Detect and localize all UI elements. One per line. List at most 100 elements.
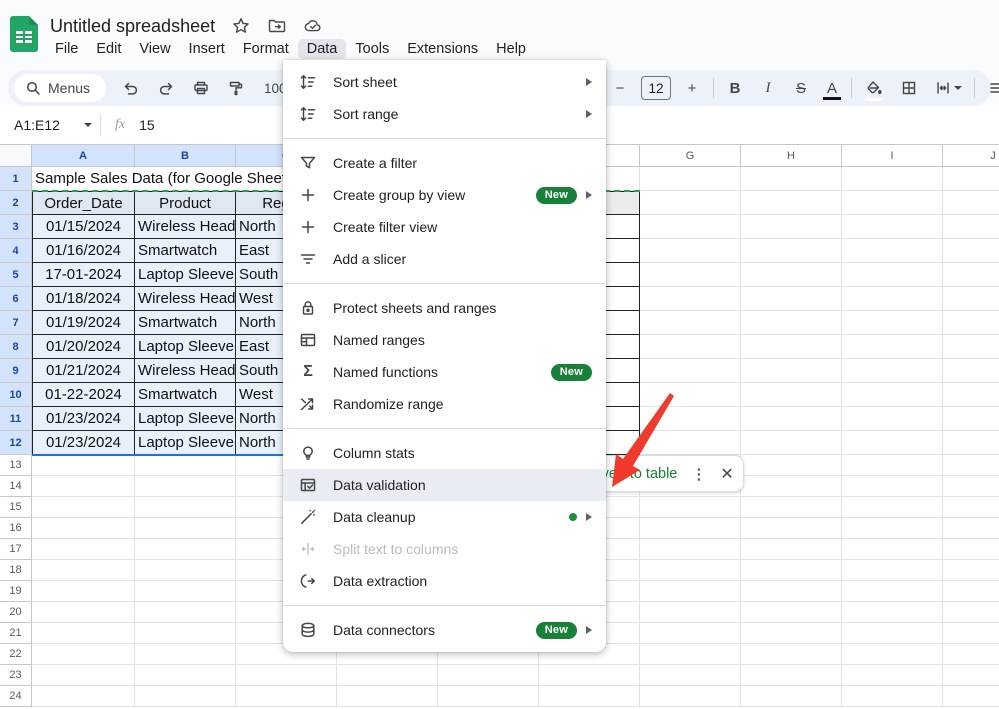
cell-A22[interactable]: [32, 644, 135, 665]
cell-A21[interactable]: [32, 623, 135, 644]
row-header-13[interactable]: 13: [0, 455, 32, 476]
cell-H20[interactable]: [741, 602, 842, 623]
cell-I21[interactable]: [842, 623, 943, 644]
merge-cells-icon[interactable]: [931, 75, 965, 101]
row-header-6[interactable]: 6: [0, 287, 32, 311]
text-color-button[interactable]: A: [822, 80, 842, 97]
cell-H15[interactable]: [741, 497, 842, 518]
cell-J10[interactable]: [943, 383, 999, 407]
cell-G4[interactable]: [640, 239, 741, 263]
cell-J16[interactable]: [943, 518, 999, 539]
cloud-saved-icon[interactable]: [303, 16, 323, 36]
cell-H10[interactable]: [741, 383, 842, 407]
cell-H1[interactable]: [741, 167, 842, 191]
cell-B21[interactable]: [135, 623, 236, 644]
cell-J17[interactable]: [943, 539, 999, 560]
row-header-22[interactable]: 22: [0, 644, 32, 665]
cell-J7[interactable]: [943, 311, 999, 335]
cell-B6[interactable]: Wireless Headphones: [135, 287, 236, 311]
cell-I4[interactable]: [842, 239, 943, 263]
menubar-item-extensions[interactable]: Extensions: [398, 39, 487, 59]
column-header-G[interactable]: G: [640, 145, 741, 167]
row-header-15[interactable]: 15: [0, 497, 32, 518]
cell-A15[interactable]: [32, 497, 135, 518]
cell-I23[interactable]: [842, 665, 943, 686]
cell-G6[interactable]: [640, 287, 741, 311]
select-all-corner[interactable]: [0, 145, 32, 167]
cell-B3[interactable]: Wireless Headphones: [135, 215, 236, 239]
cell-B13[interactable]: [135, 455, 236, 476]
cell-J1[interactable]: [943, 167, 999, 191]
print-icon[interactable]: [188, 75, 214, 101]
row-header-8[interactable]: 8: [0, 335, 32, 359]
cell-H14[interactable]: [741, 476, 842, 497]
bold-button[interactable]: B: [723, 80, 747, 97]
cell-G3[interactable]: [640, 215, 741, 239]
cell-I3[interactable]: [842, 215, 943, 239]
cell-B20[interactable]: [135, 602, 236, 623]
cell-H2[interactable]: [741, 191, 842, 215]
column-header-I[interactable]: I: [842, 145, 943, 167]
cell-A7[interactable]: 01/19/2024: [32, 311, 135, 335]
cell-G7[interactable]: [640, 311, 741, 335]
cell-H4[interactable]: [741, 239, 842, 263]
cell-J19[interactable]: [943, 581, 999, 602]
menu-item-data-extraction[interactable]: Data extraction: [283, 565, 606, 597]
cell-B18[interactable]: [135, 560, 236, 581]
row-header-17[interactable]: 17: [0, 539, 32, 560]
cell-H19[interactable]: [741, 581, 842, 602]
cell-I11[interactable]: [842, 407, 943, 431]
cell-A3[interactable]: 01/15/2024: [32, 215, 135, 239]
cell-H5[interactable]: [741, 263, 842, 287]
menu-item-create-filter-view[interactable]: Create filter view: [283, 211, 606, 243]
cell-J8[interactable]: [943, 335, 999, 359]
menu-item-create-a-filter[interactable]: Create a filter: [283, 147, 606, 179]
column-header-J[interactable]: J: [943, 145, 999, 167]
increase-font-size-button[interactable]: +: [680, 80, 704, 97]
undo-icon[interactable]: [118, 75, 144, 101]
cell-G15[interactable]: [640, 497, 741, 518]
cell-B8[interactable]: Laptop Sleeve: [135, 335, 236, 359]
cell-H3[interactable]: [741, 215, 842, 239]
cell-J3[interactable]: [943, 215, 999, 239]
cell-I5[interactable]: [842, 263, 943, 287]
cell-J22[interactable]: [943, 644, 999, 665]
cell-G20[interactable]: [640, 602, 741, 623]
menu-item-data-cleanup[interactable]: Data cleanup: [283, 501, 606, 533]
cell-A4[interactable]: 01/16/2024: [32, 239, 135, 263]
cell-A9[interactable]: 01/21/2024: [32, 359, 135, 383]
cell-J11[interactable]: [943, 407, 999, 431]
cell-H22[interactable]: [741, 644, 842, 665]
cell-I7[interactable]: [842, 311, 943, 335]
menu-item-protect-sheets-and-ranges[interactable]: Protect sheets and ranges: [283, 292, 606, 324]
row-header-3[interactable]: 3: [0, 215, 32, 239]
menu-item-data-connectors[interactable]: Data connectorsNew: [283, 614, 606, 646]
cell-I14[interactable]: [842, 476, 943, 497]
cell-F23[interactable]: [539, 665, 640, 686]
row-header-23[interactable]: 23: [0, 665, 32, 686]
cell-G21[interactable]: [640, 623, 741, 644]
menubar-item-edit[interactable]: Edit: [87, 39, 130, 59]
name-box-caret[interactable]: [84, 123, 92, 127]
cell-B2[interactable]: Product: [135, 191, 236, 215]
cell-J24[interactable]: [943, 686, 999, 707]
move-folder-icon[interactable]: [267, 16, 287, 36]
menubar-item-format[interactable]: Format: [234, 39, 298, 59]
row-header-10[interactable]: 10: [0, 383, 32, 407]
cell-G8[interactable]: [640, 335, 741, 359]
cell-A24[interactable]: [32, 686, 135, 707]
cell-J21[interactable]: [943, 623, 999, 644]
column-header-A[interactable]: A: [32, 145, 135, 167]
formula-input[interactable]: 15: [139, 117, 155, 133]
cell-I16[interactable]: [842, 518, 943, 539]
toast-kebab-icon[interactable]: ⋮: [691, 465, 706, 483]
cell-B12[interactable]: Laptop Sleeve: [135, 431, 236, 455]
cell-I2[interactable]: [842, 191, 943, 215]
row-header-24[interactable]: 24: [0, 686, 32, 707]
menubar-item-file[interactable]: File: [46, 39, 87, 59]
horizontal-align-icon[interactable]: [984, 75, 999, 101]
cell-H9[interactable]: [741, 359, 842, 383]
cell-I1[interactable]: [842, 167, 943, 191]
menu-item-sort-sheet[interactable]: Sort sheet: [283, 66, 606, 98]
cell-J4[interactable]: [943, 239, 999, 263]
